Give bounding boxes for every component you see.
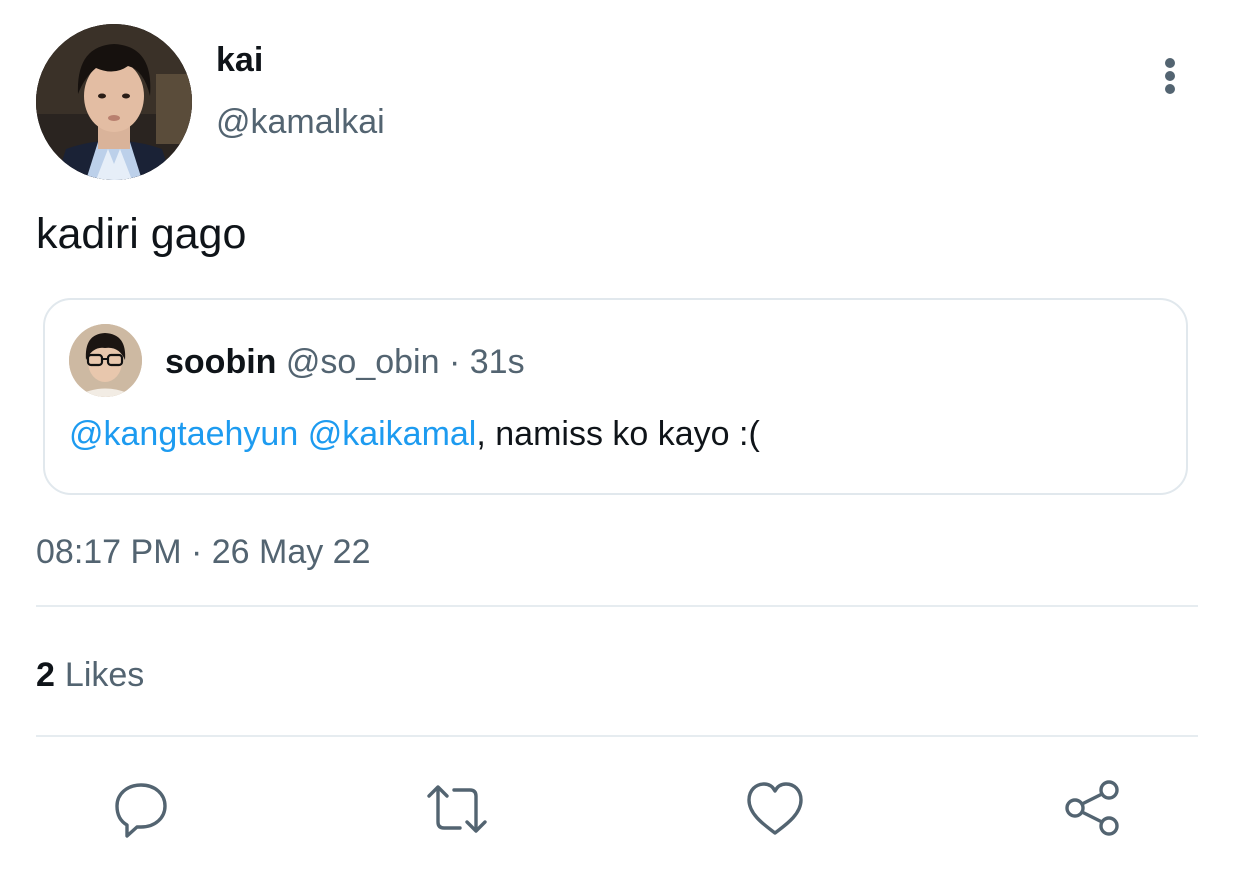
author-avatar[interactable] — [36, 24, 192, 180]
author-handle[interactable]: @kamalkai — [216, 102, 385, 142]
tweet-detail: kai @kamalkai kadiri gago soobin @so_obi… — [0, 0, 1234, 882]
tweet-text: kadiri gago — [36, 210, 247, 258]
likes-stat[interactable]: 2 Likes — [36, 655, 144, 695]
mention-link[interactable]: @kangtaehyun — [69, 415, 298, 453]
quoted-author-avatar[interactable] — [69, 324, 142, 397]
quoted-tweet-time[interactable]: 31s — [470, 343, 525, 381]
author-avatar-image — [36, 24, 192, 180]
retweet-icon[interactable] — [426, 778, 488, 840]
quoted-author-handle[interactable]: @so_obin — [286, 343, 440, 381]
header-separator: · — [448, 343, 461, 381]
divider — [36, 735, 1198, 737]
author-display-name[interactable]: kai — [216, 40, 263, 80]
like-icon[interactable] — [744, 778, 806, 840]
quoted-author-display-name[interactable]: soobin — [165, 343, 276, 381]
quoted-tweet[interactable]: soobin @so_obin · 31s @kangtaehyun @kaik… — [43, 298, 1188, 495]
likes-label: Likes — [64, 656, 145, 694]
reply-icon[interactable] — [110, 778, 172, 840]
share-icon[interactable] — [1062, 778, 1124, 840]
mention-link[interactable]: @kaikamal — [308, 415, 477, 453]
quoted-tweet-body: , namiss ko kayo :( — [476, 415, 760, 453]
tweet-timestamp[interactable]: 08:17 PM · 26 May 22 — [36, 532, 371, 572]
quoted-tweet-header: soobin @so_obin · 31s — [165, 342, 525, 382]
quoted-author-avatar-image — [69, 324, 142, 397]
quoted-tweet-text: @kangtaehyun @kaikamal, namiss ko kayo :… — [69, 412, 760, 456]
divider — [36, 605, 1198, 607]
likes-count: 2 — [36, 656, 55, 694]
more-options-icon[interactable] — [1150, 54, 1190, 96]
